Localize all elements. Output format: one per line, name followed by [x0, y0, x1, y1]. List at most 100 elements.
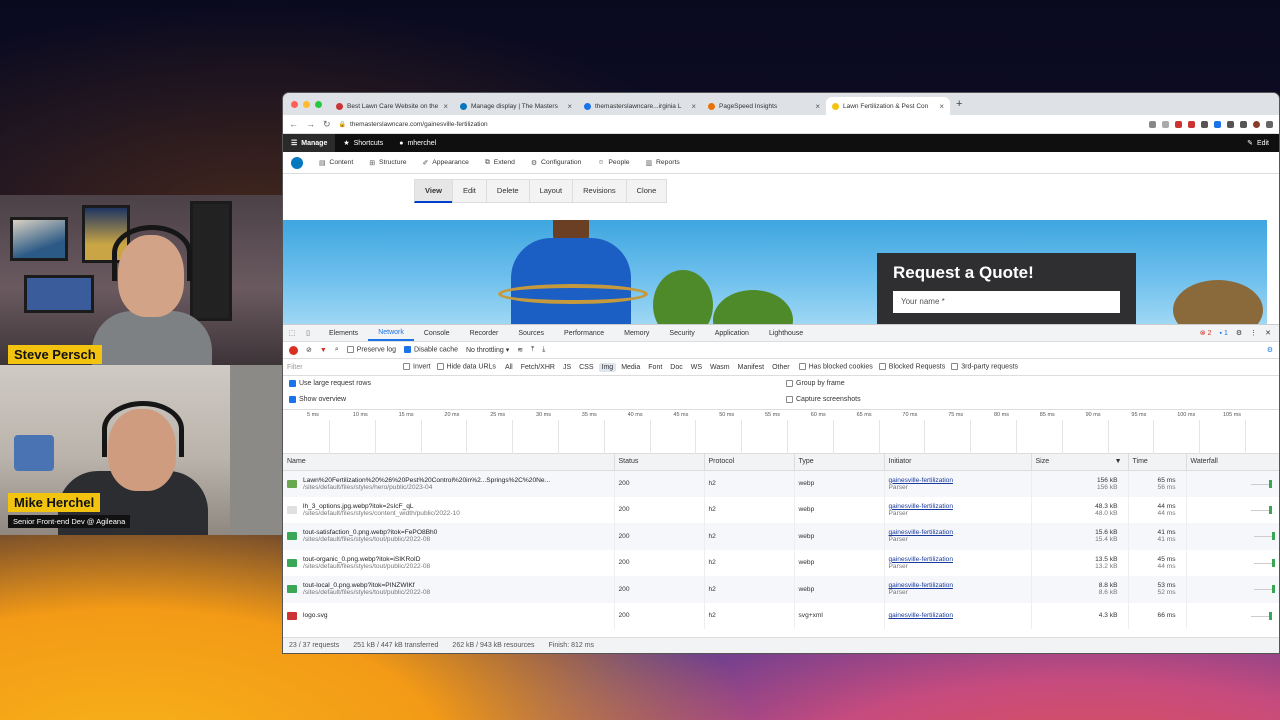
upload-icon[interactable]: ⤒	[531, 346, 534, 354]
extension-icon[interactable]	[1188, 120, 1195, 128]
error-count[interactable]: ⊗ 2	[1200, 329, 1212, 337]
devtools-tab-memory[interactable]: Memory	[614, 325, 659, 341]
devtools-tab-sources[interactable]: Sources	[508, 325, 554, 341]
initiator-link[interactable]: gainesville-fertilization	[889, 503, 1031, 510]
table-row[interactable]: tout-organic_0.png.webp?itok=iSIKRoID/si…	[283, 549, 1279, 576]
type-filter-img[interactable]: Img	[598, 362, 617, 372]
filter-input[interactable]: Filter	[287, 364, 397, 371]
table-row[interactable]: lh_3_options.jpg.webp?itok=2sIcF_qL/site…	[283, 496, 1279, 523]
tab-layout[interactable]: Layout	[528, 179, 573, 203]
tab-revisions[interactable]: Revisions	[572, 179, 626, 203]
toolbar-manage[interactable]: ☰ Manage	[283, 134, 336, 152]
close-tab-icon[interactable]: ×	[691, 102, 696, 111]
show-overview-checkbox[interactable]: Show overview	[289, 396, 346, 403]
network-overview-timeline[interactable]: 5 ms 10 ms 15 ms 20 ms 25 ms 30 ms 35 ms 40 ms 4…	[283, 410, 1279, 454]
menu-item-extend[interactable]: ⧉ Extend	[477, 159, 523, 167]
clear-icon[interactable]: ⊘	[306, 346, 312, 354]
devtools-tab-application[interactable]: Application	[705, 325, 759, 341]
devtools-tab-security[interactable]: Security	[659, 325, 704, 341]
preserve-log-checkbox[interactable]: Preserve log	[346, 346, 396, 354]
capture-screenshots-checkbox[interactable]: Capture screenshots	[786, 396, 861, 403]
close-tab-icon[interactable]: ×	[939, 102, 944, 111]
record-icon[interactable]	[289, 345, 298, 355]
type-filter-js[interactable]: JS	[560, 363, 574, 372]
type-filter-wasm[interactable]: Wasm	[707, 363, 733, 372]
share-icon[interactable]	[1149, 120, 1156, 128]
settings-gear-icon[interactable]: ⚙	[1236, 329, 1242, 337]
url-field[interactable]: 🔒 themasterslawncare.com/gainesville-fer…	[339, 121, 1141, 128]
toolbar-user[interactable]: ● mherchel	[391, 134, 444, 152]
wifi-icon[interactable]: ≋	[517, 346, 523, 354]
menu-item-structure[interactable]: ⊞ Structure	[361, 159, 414, 167]
drupal-drop-icon[interactable]	[291, 156, 303, 169]
disable-cache-checkbox[interactable]: Disable cache	[404, 346, 458, 354]
browser-tab[interactable]: themasterslawncare...irginia L ×	[578, 97, 702, 115]
browser-tab[interactable]: PageSpeed Insights ×	[702, 97, 826, 115]
minimize-window-button[interactable]	[303, 100, 310, 108]
type-filter-other[interactable]: Other	[769, 363, 793, 372]
menu-item-appearance[interactable]: ✐ Appearance	[415, 159, 477, 167]
throttling-select[interactable]: No throttling ▾	[466, 346, 509, 354]
tab-edit[interactable]: Edit	[451, 179, 486, 203]
column-header-type[interactable]: Type	[794, 454, 885, 471]
close-window-button[interactable]	[291, 100, 298, 108]
browser-tab[interactable]: Lawn Fertilization & Pest Con ×	[826, 97, 950, 115]
network-settings-gear-icon[interactable]: ⚙	[1267, 346, 1273, 354]
table-row[interactable]: Lawn%20Fertilization%20%26%20Pest%20Cont…	[283, 470, 1279, 497]
close-devtools-icon[interactable]: ✕	[1265, 329, 1271, 337]
bookmark-star-icon[interactable]	[1162, 120, 1169, 128]
type-filter-css[interactable]: CSS	[576, 363, 596, 372]
column-header-name[interactable]: Name	[283, 454, 615, 471]
close-tab-icon[interactable]: ×	[567, 102, 572, 111]
type-filter-fetchxhr[interactable]: Fetch/XHR	[518, 363, 558, 372]
close-tab-icon[interactable]: ×	[443, 102, 448, 111]
toolbar-edit[interactable]: ✎ Edit	[1239, 134, 1279, 152]
table-row[interactable]: tout-satisfaction_0.png.webp?itok=FePO8B…	[283, 523, 1279, 550]
profile-avatar[interactable]	[1253, 120, 1260, 128]
filter-icon[interactable]: ▼	[320, 347, 327, 354]
initiator-link[interactable]: gainesville-fertilization	[889, 477, 1031, 484]
device-toggle-icon[interactable]: ▯	[303, 329, 313, 337]
table-row[interactable]: logo.svg 200 h2 svg+xml gainesville-fertiliz…	[283, 602, 1279, 629]
tab-delete[interactable]: Delete	[485, 179, 529, 203]
initiator-link[interactable]: gainesville-fertilization	[889, 529, 1031, 536]
tab-clone[interactable]: Clone	[625, 179, 668, 203]
large-rows-checkbox[interactable]: Use large request rows	[289, 380, 371, 387]
reload-icon[interactable]: ↻	[323, 119, 331, 130]
devtools-tab-lighthouse[interactable]: Lighthouse	[759, 325, 813, 341]
type-filter-ws[interactable]: WS	[688, 363, 705, 372]
forward-icon[interactable]: →	[306, 119, 315, 129]
column-header-initiator[interactable]: Initiator	[884, 454, 1032, 471]
menu-item-configuration[interactable]: ⚙ Configuration	[523, 159, 590, 167]
devtools-tab-performance[interactable]: Performance	[554, 325, 614, 341]
extension-icon[interactable]	[1227, 120, 1234, 128]
browser-tab[interactable]: Manage display | The Masters ×	[454, 97, 578, 115]
blocked-requests-checkbox[interactable]: Blocked Requests	[878, 363, 945, 371]
new-tab-button[interactable]: +	[950, 98, 968, 110]
back-icon[interactable]: ←	[289, 119, 298, 129]
column-header-status[interactable]: Status	[614, 454, 705, 471]
hide-data-urls-checkbox[interactable]: Hide data URLs	[436, 363, 496, 371]
tab-view[interactable]: View	[414, 179, 452, 203]
initiator-link[interactable]: gainesville-fertilization	[889, 556, 1031, 563]
blocked-cookies-checkbox[interactable]: Has blocked cookies	[798, 363, 873, 371]
type-filter-manifest[interactable]: Manifest	[735, 363, 767, 372]
invert-checkbox[interactable]: Invert	[403, 363, 431, 371]
type-filter-doc[interactable]: Doc	[667, 363, 685, 372]
column-header-protocol[interactable]: Protocol	[704, 454, 795, 471]
zoom-window-button[interactable]	[315, 100, 322, 108]
column-header-time[interactable]: Time	[1128, 454, 1187, 471]
devtools-tab-elements[interactable]: Elements	[319, 325, 368, 341]
devtools-tab-console[interactable]: Console	[414, 325, 460, 341]
menu-item-reports[interactable]: ▥ Reports	[638, 159, 688, 167]
extension-icon[interactable]	[1214, 120, 1221, 128]
group-by-frame-checkbox[interactable]: Group by frame	[786, 380, 845, 387]
puzzle-icon[interactable]	[1240, 120, 1247, 128]
initiator-link[interactable]: gainesville-fertilization	[889, 612, 1031, 619]
close-tab-icon[interactable]: ×	[815, 102, 820, 111]
browser-tab[interactable]: Best Lawn Care Website on the ×	[330, 97, 454, 115]
download-icon[interactable]: ⤓	[542, 346, 545, 354]
menu-item-content[interactable]: ▤ Content	[311, 159, 361, 167]
devtools-tab-network[interactable]: Network	[368, 325, 414, 341]
type-filter-all[interactable]: All	[502, 363, 516, 372]
